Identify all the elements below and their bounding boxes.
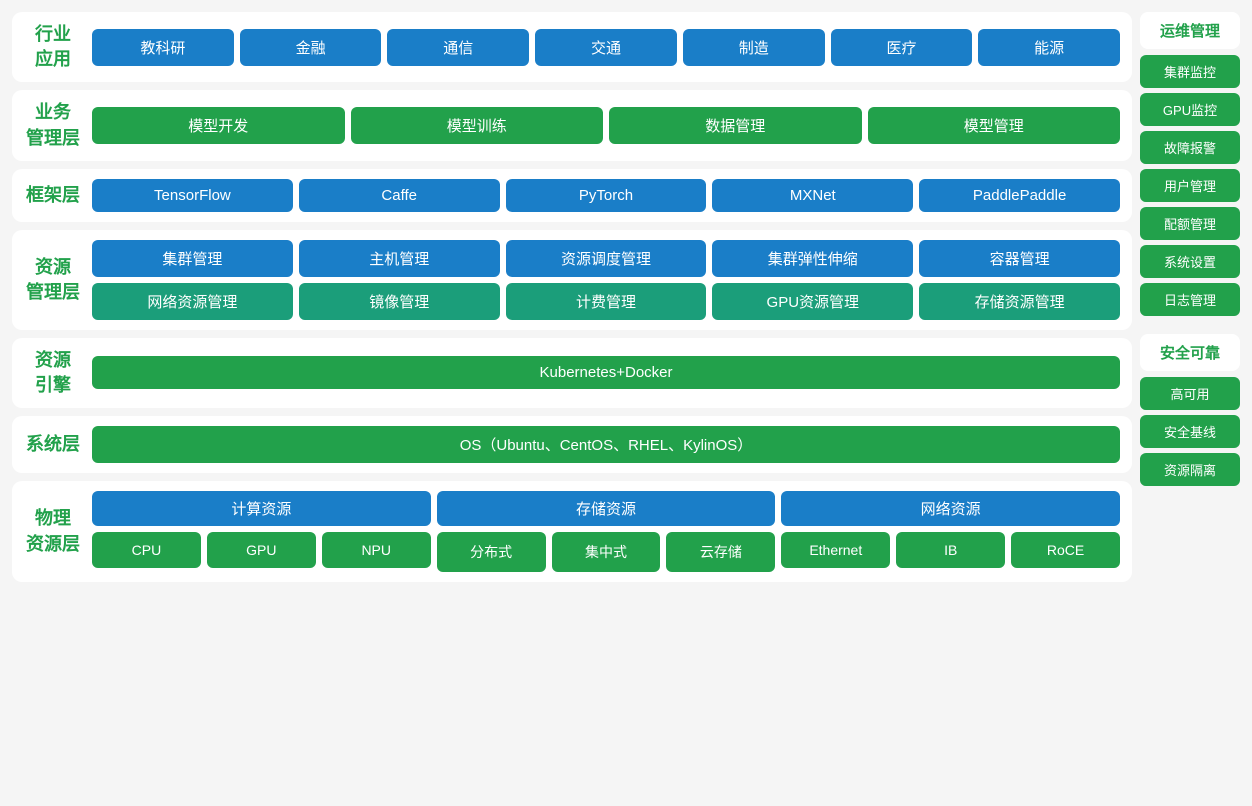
industry-chip: 制造 [683, 29, 825, 66]
ops-item: 系统设置 [1140, 245, 1240, 278]
business-chip: 数据管理 [609, 107, 862, 144]
network-group: 网络资源 EthernetIBRoCE [781, 491, 1120, 572]
storage-sub-chip: 云存储 [666, 532, 775, 572]
ops-item: 用户管理 [1140, 169, 1240, 202]
framework-chips: TensorFlowCaffePyTorchMXNetPaddlePaddle [92, 179, 1120, 212]
framework-content: TensorFlowCaffePyTorchMXNetPaddlePaddle [92, 179, 1120, 212]
ops-title: 运维管理 [1140, 12, 1240, 49]
framework-chip: TensorFlow [92, 179, 293, 212]
resource-mgmt-chip2: 镜像管理 [299, 283, 500, 320]
physical-content: 计算资源 CPUGPUNPU 存储资源 分布式集中式云存储 网络资源 Ether… [92, 491, 1120, 572]
physical-row: 物理 资源层 计算资源 CPUGPUNPU 存储资源 分布式集中式云存储 网络资… [12, 481, 1132, 582]
network-sub-chip: Ethernet [781, 532, 890, 568]
industry-chip: 能源 [978, 29, 1120, 66]
security-title: 安全可靠 [1140, 334, 1240, 371]
security-items-container: 高可用安全基线资源隔离 [1140, 377, 1240, 486]
industry-label: 行业 应用 [24, 22, 82, 72]
storage-header: 存储资源 [437, 491, 776, 526]
storage-sub-chip: 集中式 [552, 532, 661, 572]
ops-item: GPU监控 [1140, 93, 1240, 126]
industry-chip: 金融 [240, 29, 382, 66]
compute-sub-chip: NPU [322, 532, 431, 568]
system-chips: OS（Ubuntu、CentOS、RHEL、KylinOS） [92, 426, 1120, 463]
resource-mgmt-row2: 网络资源管理镜像管理计费管理GPU资源管理存储资源管理 [92, 283, 1120, 320]
resource-mgmt-row1: 集群管理主机管理资源调度管理集群弹性伸缩容器管理 [92, 240, 1120, 277]
business-chips: 模型开发模型训练数据管理模型管理 [92, 107, 1120, 144]
resource-mgmt-row: 资源 管理层 集群管理主机管理资源调度管理集群弹性伸缩容器管理 网络资源管理镜像… [12, 230, 1132, 330]
resource-engine-label: 资源 引擎 [24, 348, 82, 398]
industry-chip: 交通 [535, 29, 677, 66]
framework-chip: Caffe [299, 179, 500, 212]
resource-mgmt-chip: 资源调度管理 [506, 240, 707, 277]
main-layout: 行业 应用 教科研金融通信交通制造医疗能源 业务 管理层 模型开发模型训练数据管… [12, 12, 1240, 582]
ops-items-container: 集群监控 GPU监控故障报警用户管理配额管理系统设置日志管理 [1140, 55, 1240, 316]
right-panel: 运维管理 集群监控GPU监控故障报警用户管理配额管理系统设置日志管理 安全可靠 … [1140, 12, 1240, 582]
industry-content: 教科研金融通信交通制造医疗能源 [92, 22, 1120, 72]
security-item: 资源隔离 [1140, 453, 1240, 486]
network-header: 网络资源 [781, 491, 1120, 526]
industry-chip: 通信 [387, 29, 529, 66]
business-row: 业务 管理层 模型开发模型训练数据管理模型管理 [12, 90, 1132, 160]
compute-sub-row: CPUGPUNPU [92, 532, 431, 568]
industry-chip: 医疗 [831, 29, 973, 66]
main-area: 行业 应用 教科研金融通信交通制造医疗能源 业务 管理层 模型开发模型训练数据管… [12, 12, 1132, 582]
industry-chip: 教科研 [92, 29, 234, 66]
compute-group: 计算资源 CPUGPUNPU [92, 491, 431, 572]
right-divider [1140, 322, 1240, 328]
security-item: 安全基线 [1140, 415, 1240, 448]
os-chip: OS（Ubuntu、CentOS、RHEL、KylinOS） [92, 426, 1120, 463]
physical-label: 物理 资源层 [24, 491, 82, 572]
resource-mgmt-chip2: 计费管理 [506, 283, 707, 320]
framework-chip: MXNet [712, 179, 913, 212]
framework-chip: PaddlePaddle [919, 179, 1120, 212]
business-chip: 模型开发 [92, 107, 345, 144]
resource-mgmt-content: 集群管理主机管理资源调度管理集群弹性伸缩容器管理 网络资源管理镜像管理计费管理G… [92, 240, 1120, 320]
resource-mgmt-chip2: 网络资源管理 [92, 283, 293, 320]
industry-chips: 教科研金融通信交通制造医疗能源 [92, 29, 1120, 66]
system-label: 系统层 [24, 426, 82, 463]
resource-engine-chips: Kubernetes+Docker [92, 356, 1120, 389]
compute-sub-chip: GPU [207, 532, 316, 568]
network-sub-row: EthernetIBRoCE [781, 532, 1120, 568]
framework-label: 框架层 [24, 179, 82, 212]
resource-mgmt-chip2: GPU资源管理 [712, 283, 913, 320]
network-sub-chip: RoCE [1011, 532, 1120, 568]
framework-chip: PyTorch [506, 179, 707, 212]
system-row: 系统层 OS（Ubuntu、CentOS、RHEL、KylinOS） [12, 416, 1132, 473]
compute-sub-chip: CPU [92, 532, 201, 568]
framework-row: 框架层 TensorFlowCaffePyTorchMXNetPaddlePad… [12, 169, 1132, 222]
compute-header: 计算资源 [92, 491, 431, 526]
kubernetes-chip: Kubernetes+Docker [92, 356, 1120, 389]
resource-mgmt-chip: 集群弹性伸缩 [712, 240, 913, 277]
storage-sub-row: 分布式集中式云存储 [437, 532, 776, 572]
business-label: 业务 管理层 [24, 100, 82, 150]
storage-group: 存储资源 分布式集中式云存储 [437, 491, 776, 572]
resource-engine-row: 资源 引擎 Kubernetes+Docker [12, 338, 1132, 408]
business-content: 模型开发模型训练数据管理模型管理 [92, 100, 1120, 150]
ops-item: 日志管理 [1140, 283, 1240, 316]
resource-engine-content: Kubernetes+Docker [92, 348, 1120, 398]
network-sub-chip: IB [896, 532, 1005, 568]
resource-mgmt-label: 资源 管理层 [24, 240, 82, 320]
ops-item: 集群监控 [1140, 55, 1240, 88]
business-chip: 模型训练 [351, 107, 604, 144]
business-chip: 模型管理 [868, 107, 1121, 144]
storage-sub-chip: 分布式 [437, 532, 546, 572]
ops-item: 配额管理 [1140, 207, 1240, 240]
resource-mgmt-chip: 集群管理 [92, 240, 293, 277]
industry-row: 行业 应用 教科研金融通信交通制造医疗能源 [12, 12, 1132, 82]
resource-mgmt-chip: 容器管理 [919, 240, 1120, 277]
security-item: 高可用 [1140, 377, 1240, 410]
resource-mgmt-chip2: 存储资源管理 [919, 283, 1120, 320]
system-content: OS（Ubuntu、CentOS、RHEL、KylinOS） [92, 426, 1120, 463]
ops-item: 故障报警 [1140, 131, 1240, 164]
resource-mgmt-chip: 主机管理 [299, 240, 500, 277]
